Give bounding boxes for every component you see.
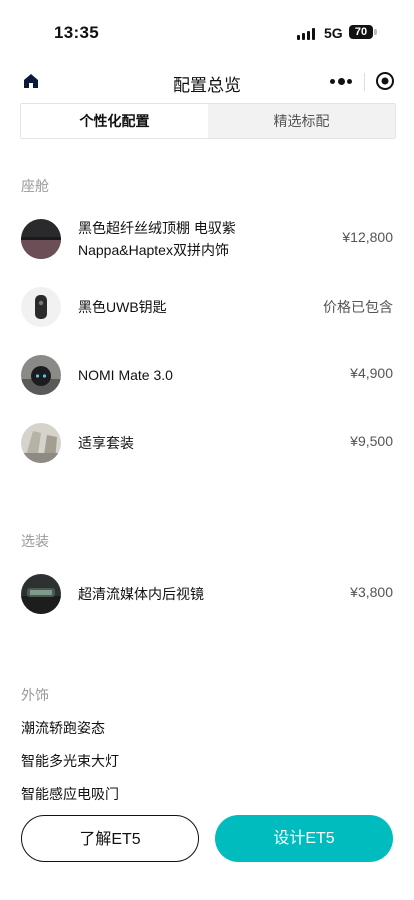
battery-tip <box>374 29 377 35</box>
list-item: 智能多光束大灯 <box>21 753 119 769</box>
list-item: 智能感应电吸门 <box>21 786 119 802</box>
key-thumbnail <box>21 287 61 327</box>
list-item[interactable]: 黑色超纤丝绒顶棚 电驭紫 Nappa&Haptex双拼内饰 ¥12,800 <box>0 217 414 261</box>
config-tabs: 个性化配置 精选标配 <box>20 103 396 139</box>
tab-personalized[interactable]: 个性化配置 <box>21 104 208 138</box>
item-price: ¥3,800 <box>350 584 393 600</box>
nav-divider <box>364 73 365 91</box>
mirror-thumbnail <box>21 574 61 614</box>
item-name: 黑色超纤丝绒顶棚 电驭紫 <box>78 220 236 236</box>
interior-thumbnail <box>21 219 61 259</box>
section-label-exterior: 外饰 <box>21 687 49 703</box>
item-price: 价格已包含 <box>323 299 393 315</box>
list-item[interactable]: 适享套装 ¥9,500 <box>0 421 414 465</box>
nomi-thumbnail <box>21 355 61 395</box>
list-item[interactable]: 超清流媒体内后视镜 ¥3,800 <box>0 572 414 616</box>
more-icon[interactable] <box>330 78 352 86</box>
section-label-cabin: 座舱 <box>21 178 49 194</box>
item-price: ¥4,900 <box>350 365 393 381</box>
list-item[interactable]: 黑色UWB钥匙 价格已包含 <box>0 285 414 329</box>
status-time: 13:35 <box>54 23 99 42</box>
comfort-package-thumbnail <box>21 423 61 463</box>
item-name-line2: Nappa&Haptex双拼内饰 <box>78 242 229 258</box>
nav-bar: 配置总览 <box>0 62 414 100</box>
network-type: 5G <box>324 25 343 41</box>
learn-et5-button[interactable]: 了解ET5 <box>21 815 199 862</box>
item-price: ¥9,500 <box>350 433 393 449</box>
section-label-options: 选装 <box>21 533 49 549</box>
list-item: 潮流轿跑姿态 <box>21 720 105 736</box>
signal-icon <box>297 28 319 40</box>
item-name: 适享套装 <box>78 435 134 451</box>
design-et5-button[interactable]: 设计ET5 <box>215 815 393 862</box>
item-name: 黑色UWB钥匙 <box>78 299 167 315</box>
close-capsule-icon[interactable] <box>375 71 395 91</box>
list-item[interactable]: NOMI Mate 3.0 ¥4,900 <box>0 353 414 397</box>
battery-icon: 70 <box>349 25 373 39</box>
item-name: 超清流媒体内后视镜 <box>78 586 204 602</box>
status-bar: 13:35 5G 70 <box>0 0 414 66</box>
item-name: NOMI Mate 3.0 <box>78 367 173 383</box>
tab-standard[interactable]: 精选标配 <box>208 104 395 138</box>
item-price: ¥12,800 <box>342 229 393 245</box>
